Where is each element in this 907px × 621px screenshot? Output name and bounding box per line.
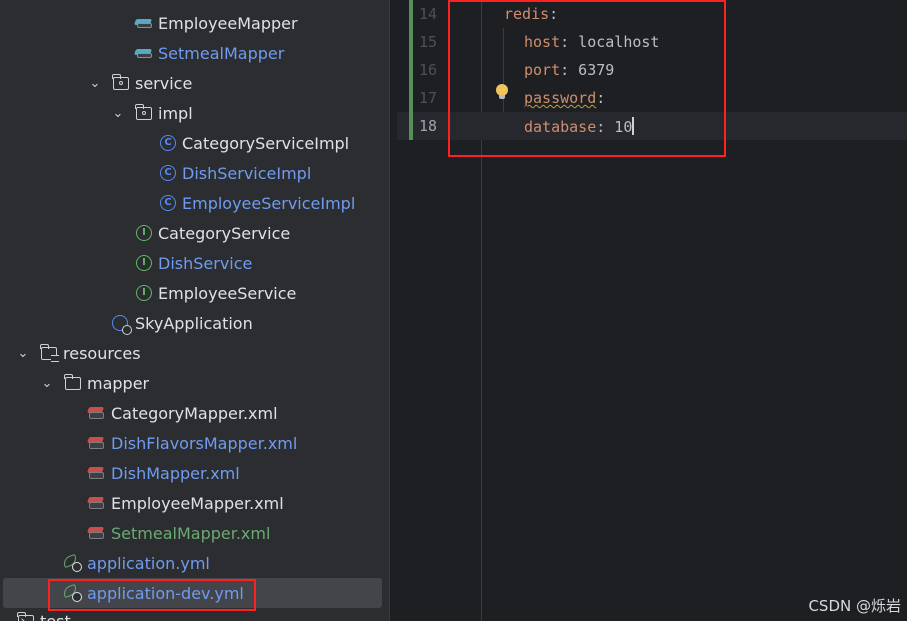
tree-item-label: test [40, 611, 71, 621]
editor-line[interactable]: 16 port: 6379 [397, 56, 907, 84]
tree-item-label: EmployeeMapper [158, 13, 298, 33]
tree-item-setmeal-mapper-xml[interactable]: SetmealMapper.xml [0, 518, 389, 548]
editor-line[interactable]: 17 password: [397, 84, 907, 112]
tree-item-label: CategoryServiceImpl [182, 133, 350, 153]
tree-item-resources[interactable]: ⌄ resources [0, 338, 389, 368]
tree-item-service[interactable]: ⌄ service [0, 68, 389, 98]
tree-item-application-dev-yml[interactable]: application-dev.yml [3, 578, 382, 608]
yaml-key-warning: password [524, 89, 597, 107]
yaml-value: localhost [569, 33, 660, 51]
folder-icon [64, 373, 82, 392]
spring-yaml-icon [61, 583, 82, 602]
editor-line-current[interactable]: 18 database: 10 [397, 112, 907, 140]
chevron-down-icon[interactable]: ⌄ [15, 345, 31, 361]
tree-item-label: SetmealMapper.xml [111, 523, 271, 543]
tree-item-employee-mapper[interactable]: EmployeeMapper [0, 8, 389, 38]
chevron-down-icon[interactable]: ⌄ [110, 105, 126, 121]
line-number: 15 [418, 33, 437, 51]
tree-item-sky-application[interactable]: SkyApplication [0, 308, 389, 338]
tree-item-test[interactable]: › test [0, 606, 389, 621]
tree-item-label: impl [158, 103, 193, 123]
tree-item-label: EmployeeServiceImpl [182, 193, 356, 213]
spring-app-class-icon [111, 314, 132, 335]
tree-item-dish-mapper-xml[interactable]: DishMapper.xml [0, 458, 389, 488]
line-number: 18 [418, 117, 437, 135]
tree-item-label: DishFlavorsMapper.xml [111, 433, 298, 453]
tree-item-dish-flavors-mapper-xml[interactable]: DishFlavorsMapper.xml [0, 428, 389, 458]
tree-item-label: DishService [158, 253, 253, 273]
tree-item-category-service-impl[interactable]: C CategoryServiceImpl [0, 128, 389, 158]
panel-splitter[interactable] [389, 0, 397, 621]
tree-item-dish-service[interactable]: I DishService [0, 248, 389, 278]
mybatis-xml-icon [86, 434, 105, 452]
interface-icon: I [135, 254, 153, 272]
package-icon [135, 103, 153, 122]
line-number: 16 [418, 61, 437, 79]
tree-item-setmeal-mapper[interactable]: SetmealMapper [0, 38, 389, 68]
tree-item-dish-service-impl[interactable]: C DishServiceImpl [0, 158, 389, 188]
tree-item-label: SkyApplication [135, 313, 253, 333]
tree-item-label: EmployeeMapper.xml [111, 493, 284, 513]
chevron-down-icon[interactable]: ⌄ [87, 75, 103, 91]
tree-item-label: CategoryService [158, 223, 291, 243]
tree-item-category-service[interactable]: I CategoryService [0, 218, 389, 248]
mybatis-xml-icon [86, 494, 105, 512]
tree-item-label: application.yml [87, 553, 210, 573]
tree-item-label: DishMapper.xml [111, 463, 240, 483]
yaml-key: database [524, 118, 597, 136]
tree-item-impl[interactable]: ⌄ impl [0, 98, 389, 128]
yaml-key: host [524, 33, 561, 51]
tree-item-label: CategoryMapper.xml [111, 403, 278, 423]
spring-yaml-icon [61, 553, 82, 572]
project-tree-panel: EmployeeMapper SetmealMapper ⌄ service ⌄… [0, 0, 389, 621]
tree-item-label: service [135, 73, 193, 93]
tree-item-application-yml[interactable]: application.yml [0, 548, 389, 578]
lightbulb-icon[interactable] [496, 84, 508, 100]
tree-item-category-mapper-xml[interactable]: CategoryMapper.xml [0, 398, 389, 428]
tree-item-label: DishServiceImpl [182, 163, 312, 183]
class-icon: C [159, 194, 177, 212]
code-editor[interactable]: 14 redis: 15 host: localhost 16 port: 63… [397, 0, 907, 621]
tree-item-mapper-folder[interactable]: ⌄ mapper [0, 368, 389, 398]
tree-item-label: resources [63, 343, 141, 363]
mybatis-xml-icon [86, 464, 105, 482]
folder-icon [17, 611, 35, 621]
yaml-value: 10 [605, 118, 633, 136]
tree-item-label: application-dev.yml [87, 583, 244, 603]
interface-icon: I [135, 224, 153, 242]
chevron-down-icon[interactable]: ⌄ [39, 375, 55, 391]
class-icon: C [159, 164, 177, 182]
editor-line[interactable]: 14 redis: [397, 0, 907, 28]
tree-item-label: EmployeeService [158, 283, 297, 303]
editor-line[interactable]: 15 host: localhost [397, 28, 907, 56]
text-caret [632, 117, 635, 135]
package-icon [112, 73, 130, 92]
watermark: CSDN @烁岩 [808, 597, 901, 615]
tree-item-label: mapper [87, 373, 150, 393]
yaml-key: port [524, 61, 561, 79]
yaml-value: 6379 [569, 61, 615, 79]
tree-item-label: SetmealMapper [158, 43, 285, 63]
mybatis-xml-icon [86, 524, 105, 542]
tree-item-employee-service-impl[interactable]: C EmployeeServiceImpl [0, 188, 389, 218]
yaml-key: redis [504, 5, 550, 23]
line-number: 14 [418, 5, 437, 23]
tree-item-employee-service[interactable]: I EmployeeService [0, 278, 389, 308]
class-icon: C [159, 134, 177, 152]
line-number: 17 [418, 89, 437, 107]
interface-icon: I [135, 284, 153, 302]
resources-folder-icon [40, 343, 59, 362]
mapper-interface-icon [133, 14, 153, 32]
mybatis-xml-icon [86, 404, 105, 422]
mapper-interface-icon [133, 44, 153, 62]
tree-item-employee-mapper-xml[interactable]: EmployeeMapper.xml [0, 488, 389, 518]
